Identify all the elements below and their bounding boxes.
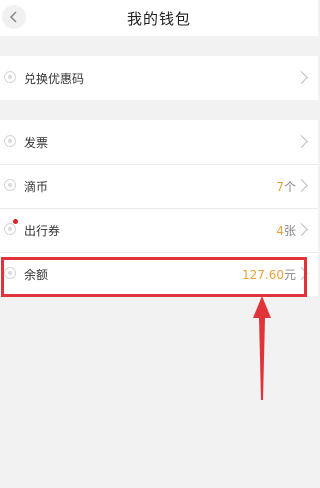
annotation-arrow [253,296,271,400]
